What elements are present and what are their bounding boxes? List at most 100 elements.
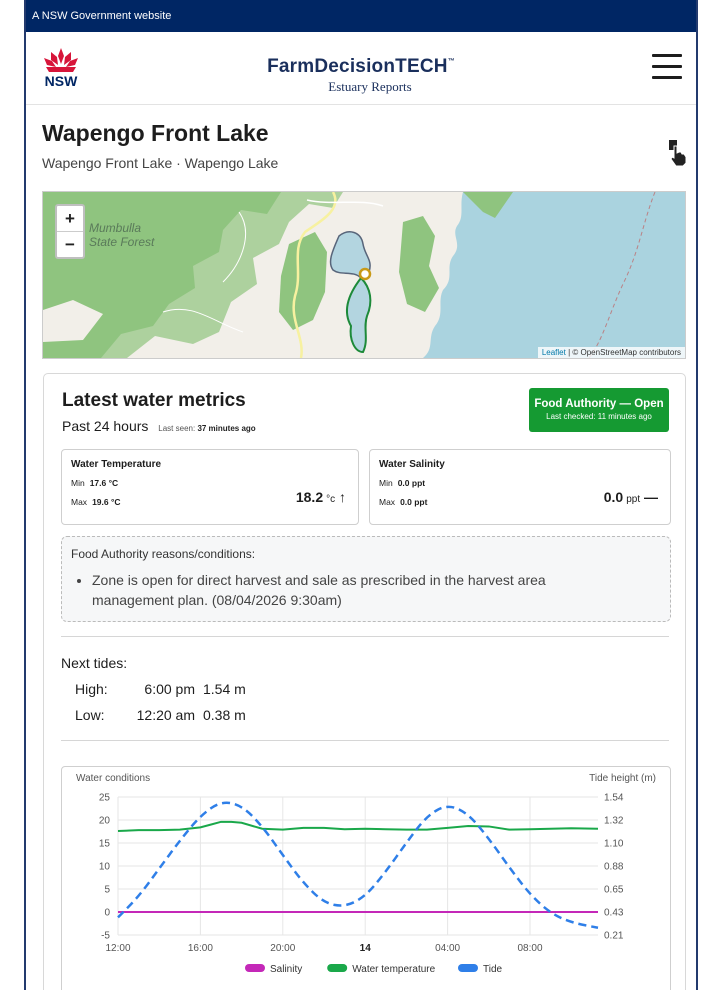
brand-title-text: FarmDecisionTECH	[267, 56, 448, 77]
water-conditions-chart: Water conditions Tide height (m) 25 1.54 20 1…	[61, 766, 671, 990]
map-place-label: Mumbulla State Forest	[89, 221, 154, 249]
y-right-tick-label: 0.65	[604, 885, 624, 896]
tides-title: Next tides:	[61, 655, 128, 671]
series-line-water-temperature	[117, 820, 599, 833]
y-right-tick-label: 1.54	[604, 793, 624, 804]
hand-pointer-icon[interactable]	[666, 138, 688, 166]
legend-label: Salinity	[270, 964, 302, 975]
y-left-tick-label: 25	[99, 793, 111, 804]
temperature-min: Min 17.6 °C	[71, 478, 118, 488]
temp-min-label: Min	[71, 478, 85, 488]
map-attribution: Leaflet | © OpenStreetMap contributors	[537, 347, 685, 358]
left-frame-edge	[0, 0, 26, 990]
site-header: NSW FarmDecisionTECH™ Estuary Reports	[26, 32, 696, 105]
divider	[61, 740, 669, 741]
sal-min-value: 0.0 ppt	[397, 478, 426, 488]
y-left-tick-label: 20	[99, 816, 111, 827]
legend-label: Water temperature	[352, 964, 435, 975]
legend-label: Tide	[483, 964, 503, 975]
tide-low-height: 0.38 m	[203, 707, 246, 723]
estuary-map[interactable]: + − Mumbulla State Forest Leaflet | © Op…	[42, 191, 686, 359]
reasons-title: Food Authority reasons/conditions:	[71, 547, 256, 561]
map-label-line1: Mumbulla	[89, 221, 142, 235]
tide-high-time: 6:00 pm	[144, 681, 195, 697]
last-seen-label: Last seen:	[158, 424, 196, 433]
gov-banner: A NSW Government website	[26, 0, 696, 32]
series-line-tide	[117, 801, 599, 929]
y-right-tick-label: 1.10	[604, 839, 624, 850]
page: A NSW Government website NSW FarmDecisio…	[26, 0, 696, 990]
legend-swatch	[245, 964, 265, 972]
chart-svg: Water conditions Tide height (m) 25 1.54 20 1…	[76, 773, 656, 975]
x-tick-label: 12:00	[105, 943, 130, 954]
sal-current-value: 0.0	[603, 489, 624, 505]
last-seen-value: 37 minutes ago	[197, 424, 256, 433]
page-title: Wapengo Front Lake	[42, 120, 269, 146]
salinity-min: Min 0.0 ppt	[379, 478, 425, 488]
brand[interactable]: FarmDecisionTECH™ Estuary Reports	[26, 56, 696, 95]
tide-low-label: Low:	[75, 707, 105, 723]
temp-current-value: 18.2	[295, 489, 324, 505]
sal-max-label: Max	[379, 497, 396, 507]
temp-min-value: 17.6 °C	[89, 478, 119, 488]
trademark: ™	[447, 58, 455, 65]
metrics-card: Latest water metrics Past 24 hours Last …	[43, 373, 686, 990]
page-subtitle: Wapengo Front Lake · Wapengo Lake	[42, 155, 279, 171]
y-right-tick-label: 0.88	[604, 862, 624, 873]
sal-unit: ppt	[626, 494, 641, 505]
temperature-label: Water Temperature	[71, 459, 162, 470]
salinity-label: Water Salinity	[379, 459, 445, 470]
water-salinity-card: Water Salinity Min 0.0 ppt Max 0.0 ppt 0.0…	[369, 449, 671, 525]
water-temperature-card: Water Temperature Min 17.6 °C Max 19.6 °C …	[61, 449, 359, 525]
status-badge-title: Food Authority — Open	[534, 398, 664, 410]
y-left-tick-label: -5	[101, 931, 110, 942]
y-right-tick-label: 1.32	[604, 816, 624, 827]
tide-high-row: High: 6:00 pm 1.54 m	[75, 681, 246, 697]
status-badge-checked: Last checked: 11 minutes ago	[546, 412, 652, 421]
y-right-tick-label: 0.43	[604, 908, 624, 919]
y-left-tick-label: 15	[99, 839, 111, 850]
tide-high-height: 1.54 m	[203, 681, 246, 697]
food-authority-status-badge: Food Authority — Open Last checked: 11 m…	[529, 388, 669, 432]
temp-max-label: Max	[71, 497, 88, 507]
temp-max-value: 19.6 °C	[92, 497, 121, 507]
trend-up-icon: ↑	[339, 489, 346, 505]
map-label-line2: State Forest	[89, 235, 155, 249]
title-area: Wapengo Front Lake Wapengo Front Lake · …	[42, 120, 278, 171]
left-axis-title: Water conditions	[76, 773, 150, 784]
metrics-period: Past 24 hours Last seen: 37 minutes ago	[62, 418, 256, 434]
y-right-tick-label: 0.21	[604, 931, 624, 942]
temperature-max: Max 19.6 °C	[71, 497, 121, 507]
hamburger-menu-icon[interactable]	[652, 54, 682, 82]
reason-item: Zone is open for direct harvest and sale…	[92, 570, 612, 610]
x-tick-label: 04:00	[435, 943, 460, 954]
divider	[61, 636, 669, 637]
y-left-tick-label: 0	[104, 908, 110, 919]
map-tiles	[43, 192, 685, 358]
right-axis-title: Tide height (m)	[589, 773, 656, 784]
brand-title: FarmDecisionTECH™	[26, 56, 696, 78]
metrics-title: Latest water metrics	[62, 390, 246, 411]
trend-flat-icon: —	[644, 489, 658, 505]
tide-low-row: Low: 12:20 am 0.38 m	[75, 707, 246, 723]
leaflet-link[interactable]: Leaflet	[542, 348, 566, 357]
sal-max-value: 0.0 ppt	[400, 497, 428, 507]
osm-attribution: | © OpenStreetMap contributors	[565, 348, 681, 357]
tide-low-time: 12:20 am	[136, 707, 195, 723]
salinity-current: 0.0 ppt —	[604, 489, 658, 505]
period-text: Past 24 hours	[62, 418, 149, 434]
reasons-list: Zone is open for direct harvest and sale…	[76, 570, 612, 610]
brand-subtitle: Estuary Reports	[328, 79, 412, 94]
legend-swatch	[327, 964, 348, 972]
x-tick-label: 20:00	[270, 943, 295, 954]
y-left-tick-label: 5	[104, 885, 110, 896]
food-authority-reasons: Food Authority reasons/conditions: Zone …	[61, 536, 671, 622]
zoom-in-button[interactable]: +	[57, 206, 83, 231]
zoom-out-button[interactable]: −	[57, 231, 83, 257]
x-tick-label: 16:00	[188, 943, 213, 954]
right-frame-edge	[696, 0, 710, 990]
legend-swatch	[458, 964, 478, 972]
temperature-current: 18.2 °c ↑	[296, 489, 346, 505]
x-tick-label: 14	[360, 943, 372, 954]
sal-min-label: Min	[379, 478, 393, 488]
